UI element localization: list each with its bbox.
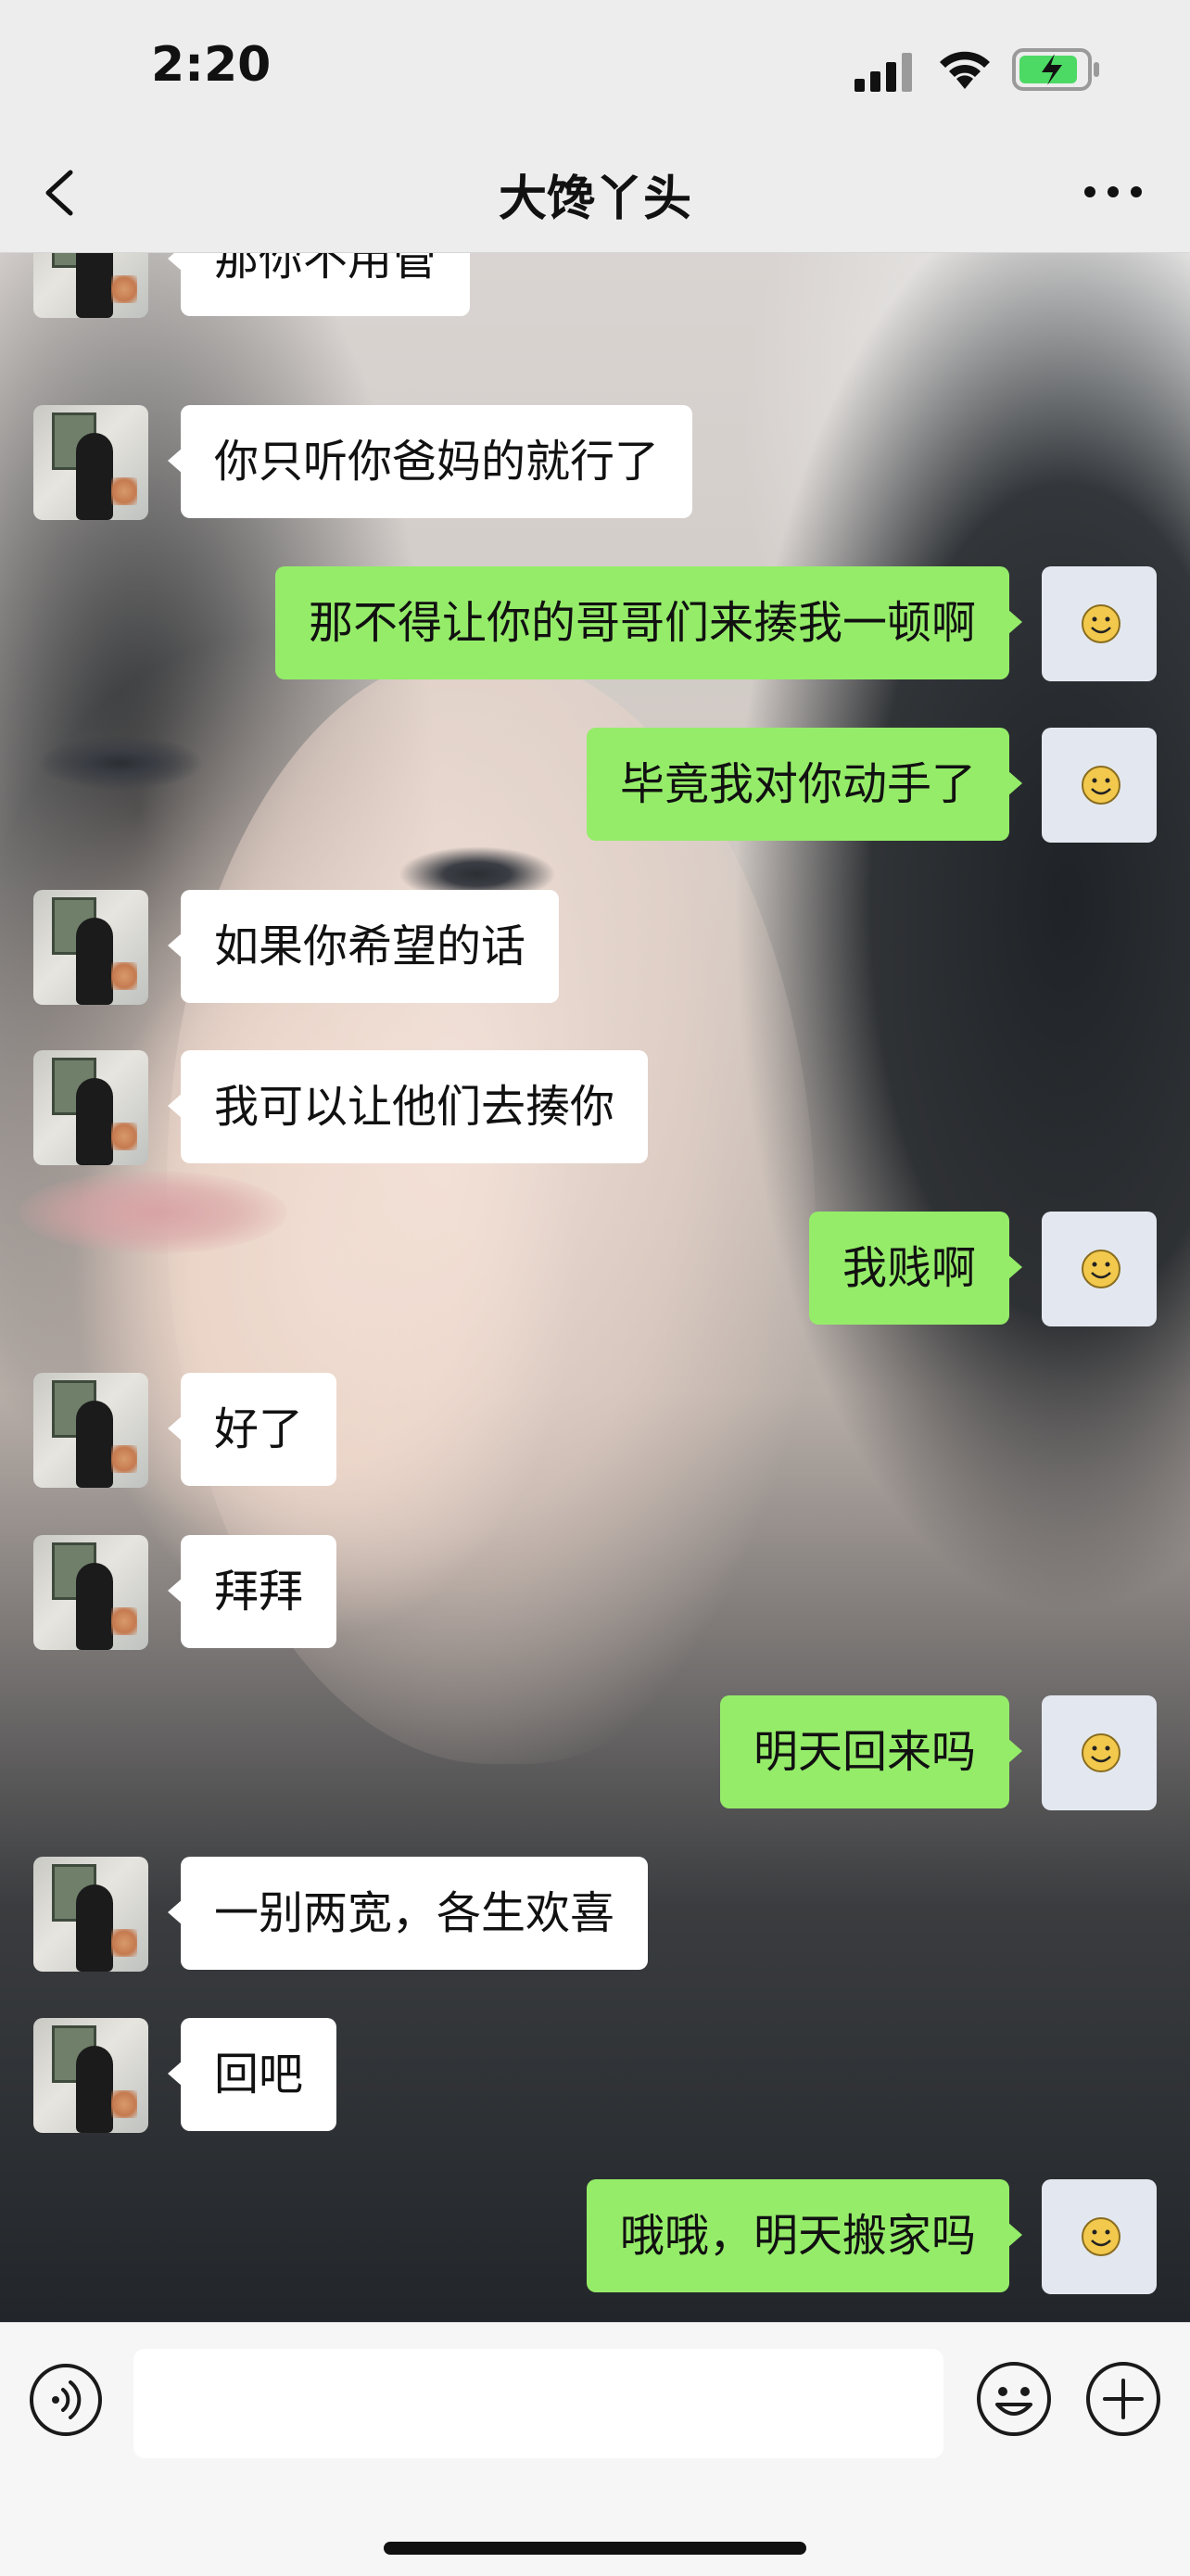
user-avatar[interactable] — [1042, 1695, 1157, 1810]
contact-avatar[interactable] — [33, 253, 148, 318]
message-row: 你只听你爸妈的就行了 — [0, 405, 1190, 520]
smiley-icon — [1082, 604, 1120, 643]
message-row: 我可以让他们去揍你 — [0, 1050, 1190, 1165]
message-bubble-sent[interactable]: 毕竟我对你动手了 — [586, 728, 1023, 841]
user-avatar[interactable] — [1042, 728, 1157, 843]
contact-avatar[interactable] — [33, 1050, 148, 1165]
contact-avatar[interactable] — [33, 2018, 148, 2133]
message-row: 拜拜 — [0, 1535, 1190, 1650]
emoji-icon[interactable] — [975, 2360, 1053, 2438]
message-row: 如果你希望的话 — [0, 890, 1190, 1005]
home-indicator[interactable] — [384, 2542, 806, 2555]
message-row: 一别两宽，各生欢喜 — [0, 1857, 1190, 1972]
smiley-icon — [1082, 1733, 1120, 1772]
message-row: 哦哦，明天搬家吗 — [0, 2179, 1190, 2294]
smiley-icon — [1082, 1250, 1120, 1288]
contact-avatar[interactable] — [33, 890, 148, 1005]
message-row: 好了 — [0, 1373, 1190, 1488]
message-bubble-sent[interactable]: 明天回来吗 — [719, 1695, 1023, 1808]
plus-icon[interactable] — [1084, 2360, 1162, 2438]
message-input[interactable] — [133, 2349, 943, 2458]
contact-avatar[interactable] — [33, 1857, 148, 1972]
user-avatar[interactable] — [1042, 1212, 1157, 1326]
message-bubble-received[interactable]: 好了 — [167, 1373, 337, 1486]
message-row: 毕竟我对你动手了 — [0, 728, 1190, 843]
wifi-icon — [940, 51, 990, 89]
contact-avatar[interactable] — [33, 1535, 148, 1650]
input-bar — [0, 2322, 1190, 2576]
status-bar: 2:20 — [0, 0, 1190, 139]
voice-icon[interactable] — [28, 2362, 104, 2438]
chat-title: 大馋丫头 — [498, 171, 691, 227]
message-bubble-received[interactable]: 那你不用管 — [167, 253, 471, 316]
message-row: 明天回来吗 — [0, 1695, 1190, 1810]
status-time: 2:20 — [151, 37, 272, 93]
message-bubble-received[interactable]: 一别两宽，各生欢喜 — [167, 1857, 649, 1970]
more-icon[interactable] — [1081, 169, 1146, 215]
chat-header: 大馋丫头 — [0, 139, 1190, 253]
battery-icon — [1012, 48, 1099, 91]
smiley-icon — [1082, 766, 1120, 805]
contact-avatar[interactable] — [33, 405, 148, 520]
chat-messages[interactable]: 那你不用管 你只听你爸妈的就行了 那不得让你的哥哥们来揍我一顿啊 毕竟我对你动手… — [0, 253, 1190, 2322]
message-row: 回吧 — [0, 2018, 1190, 2133]
message-bubble-received[interactable]: 我可以让他们去揍你 — [167, 1050, 649, 1163]
message-bubble-received[interactable]: 你只听你爸妈的就行了 — [167, 405, 693, 518]
message-bubble-sent[interactable]: 我贱啊 — [808, 1212, 1023, 1325]
signal-icon — [855, 53, 912, 92]
message-bubble-sent[interactable]: 哦哦，明天搬家吗 — [586, 2179, 1023, 2292]
user-avatar[interactable] — [1042, 2179, 1157, 2294]
message-bubble-received[interactable]: 拜拜 — [167, 1535, 337, 1648]
message-bubble-sent[interactable]: 那不得让你的哥哥们来揍我一顿啊 — [274, 566, 1023, 679]
contact-avatar[interactable] — [33, 1373, 148, 1488]
message-row: 那不得让你的哥哥们来揍我一顿啊 — [0, 566, 1190, 681]
smiley-icon — [1082, 2217, 1120, 2256]
message-row: 我贱啊 — [0, 1212, 1190, 1326]
message-bubble-received[interactable]: 回吧 — [167, 2018, 337, 2131]
message-bubble-received[interactable]: 如果你希望的话 — [167, 890, 560, 1003]
message-row: 那你不用管 — [0, 253, 1190, 318]
user-avatar[interactable] — [1042, 566, 1157, 681]
